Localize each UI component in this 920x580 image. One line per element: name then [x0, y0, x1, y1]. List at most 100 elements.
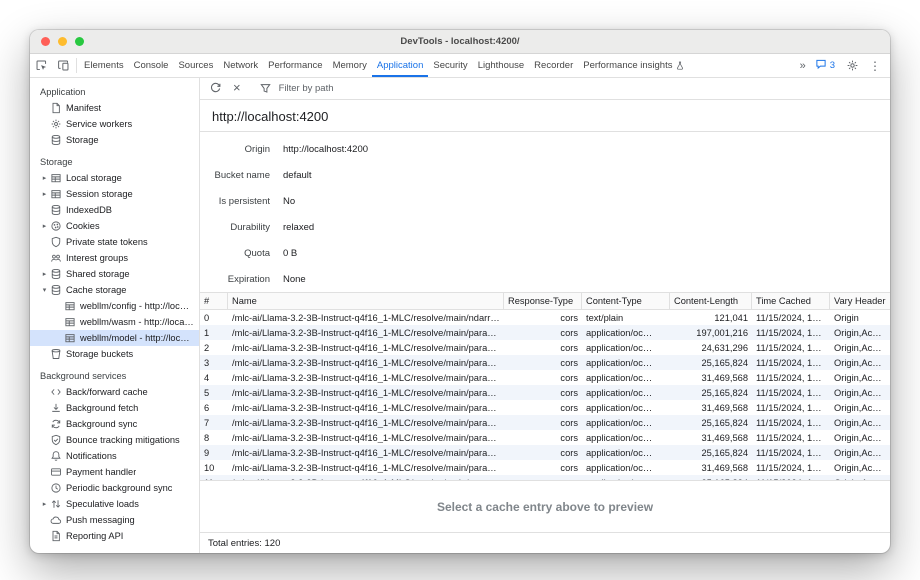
cell-content-type: application/oc…	[582, 370, 670, 385]
cell-time-cached: 11/15/2024, 10…	[752, 370, 830, 385]
cell-text: cors	[560, 463, 578, 473]
cell-text: 7	[204, 418, 209, 428]
settings-gear-icon[interactable]	[841, 59, 863, 72]
table-row[interactable]: 10/mlc-ai/Llama-3.2-3B-Instruct-q4f16_1-…	[200, 460, 890, 475]
sidebar-item-webllm-wasm-http-loca[interactable]: webllm/wasm - http://loca…	[30, 314, 199, 330]
cell-content-length: 24,631,296	[670, 340, 752, 355]
tab-lighthouse[interactable]: Lighthouse	[473, 54, 529, 77]
chevron-right-icon[interactable]: ▸	[39, 270, 50, 278]
column-header-content-type[interactable]: Content-Type	[582, 293, 670, 309]
column-header-time-cached[interactable]: Time Cached	[752, 293, 830, 309]
sidebar-item-local-storage[interactable]: ▸Local storage	[30, 170, 199, 186]
table-row[interactable]: 7/mlc-ai/Llama-3.2-3B-Instruct-q4f16_1-M…	[200, 415, 890, 430]
filter-input[interactable]	[279, 83, 429, 94]
sidebar-item-background-fetch[interactable]: Background fetch	[30, 400, 199, 416]
sidebar-item-label: webllm/config - http://loc…	[80, 301, 189, 311]
chevron-down-icon[interactable]: ▾	[39, 286, 50, 294]
cell-text: /mlc-ai/Llama-3.2-3B-Instruct-q4f16_1-ML…	[232, 448, 500, 458]
chevron-right-icon[interactable]: ▸	[39, 500, 50, 508]
table-row[interactable]: 3/mlc-ai/Llama-3.2-3B-Instruct-q4f16_1-M…	[200, 355, 890, 370]
sidebar-item-bounce-tracking-mitigations[interactable]: Bounce tracking mitigations	[30, 432, 199, 448]
column-header-name[interactable]: Name	[228, 293, 504, 309]
more-tabs-button[interactable]: »	[797, 60, 809, 72]
delete-selected-icon[interactable]: ×	[228, 80, 246, 97]
manifest-icon	[50, 102, 66, 114]
refresh-icon[interactable]	[204, 82, 226, 95]
cell-: 10	[200, 460, 228, 475]
sidebar-item-private-state-tokens[interactable]: Private state tokens	[30, 234, 199, 250]
cell-time-cached: 11/15/2024, 10…	[752, 430, 830, 445]
sidebar-item-reporting-api[interactable]: Reporting API	[30, 528, 199, 544]
sidebar-item-service-workers[interactable]: Service workers	[30, 116, 199, 132]
database-icon	[50, 268, 66, 280]
tab-memory[interactable]: Memory	[328, 54, 372, 77]
cell-name: /mlc-ai/Llama-3.2-3B-Instruct-q4f16_1-ML…	[228, 370, 504, 385]
cell-name: /mlc-ai/Llama-3.2-3B-Instruct-q4f16_1-ML…	[228, 310, 504, 325]
tab-console[interactable]: Console	[129, 54, 174, 77]
sidebar-item-cache-storage[interactable]: ▾Cache storage	[30, 282, 199, 298]
table-row[interactable]: 1/mlc-ai/Llama-3.2-3B-Instruct-q4f16_1-M…	[200, 325, 890, 340]
column-header-content-length[interactable]: Content-Length	[670, 293, 752, 309]
cell-text: 11/15/2024, 10…	[756, 313, 826, 323]
sidebar-item-back-forward-cache[interactable]: Back/forward cache	[30, 384, 199, 400]
sidebar-item-indexeddb[interactable]: IndexedDB	[30, 202, 199, 218]
chevron-right-icon[interactable]: ▸	[39, 174, 50, 182]
table-row[interactable]: 2/mlc-ai/Llama-3.2-3B-Instruct-q4f16_1-M…	[200, 340, 890, 355]
cell-text: cors	[560, 403, 578, 413]
column-header-vary-header[interactable]: Vary Header	[830, 293, 890, 309]
sidebar-item-cookies[interactable]: ▸Cookies	[30, 218, 199, 234]
tab-recorder[interactable]: Recorder	[529, 54, 578, 77]
sidebar: ApplicationManifestService workersStorag…	[30, 78, 200, 553]
close-button[interactable]	[41, 37, 50, 46]
cell-text: /mlc-ai/Llama-3.2-3B-Instruct-q4f16_1-ML…	[232, 463, 500, 473]
sidebar-item-notifications[interactable]: Notifications	[30, 448, 199, 464]
cell-content-length: 121,041	[670, 310, 752, 325]
issues-button[interactable]: 3	[812, 58, 838, 73]
sidebar-item-label: Service workers	[66, 119, 132, 129]
minimize-button[interactable]	[58, 37, 67, 46]
cell-text: Origin,Access…	[834, 343, 886, 353]
sidebar-item-storage[interactable]: Storage	[30, 132, 199, 148]
inspect-icon[interactable]	[30, 54, 52, 77]
table-row[interactable]: 0/mlc-ai/Llama-3.2-3B-Instruct-q4f16_1-M…	[200, 310, 890, 325]
column-header-response-type[interactable]: Response-Type	[504, 293, 582, 309]
sidebar-item-label: Manifest	[66, 103, 101, 113]
cell-time-cached: 11/15/2024, 10…	[752, 415, 830, 430]
zoom-button[interactable]	[75, 37, 84, 46]
tab-application[interactable]: Application	[372, 54, 428, 77]
table-row[interactable]: 4/mlc-ai/Llama-3.2-3B-Instruct-q4f16_1-M…	[200, 370, 890, 385]
cell-: 0	[200, 310, 228, 325]
tab-performance[interactable]: Performance	[263, 54, 327, 77]
field-label: Origin	[210, 144, 270, 155]
tab-elements[interactable]: Elements	[79, 54, 129, 77]
column-header-[interactable]: #	[200, 293, 228, 309]
chevron-right-icon[interactable]: ▸	[39, 222, 50, 230]
table-row[interactable]: 5/mlc-ai/Llama-3.2-3B-Instruct-q4f16_1-M…	[200, 385, 890, 400]
table-row[interactable]: 8/mlc-ai/Llama-3.2-3B-Instruct-q4f16_1-M…	[200, 430, 890, 445]
tab-performance-insights[interactable]: Performance insights	[578, 54, 690, 77]
tab-sources[interactable]: Sources	[173, 54, 218, 77]
sidebar-item-manifest[interactable]: Manifest	[30, 100, 199, 116]
sidebar-item-push-messaging[interactable]: Push messaging	[30, 512, 199, 528]
sidebar-item-periodic-background-sync[interactable]: Periodic background sync	[30, 480, 199, 496]
cell-text: Origin,Access…	[834, 328, 886, 338]
sidebar-item-speculative-loads[interactable]: ▸Speculative loads	[30, 496, 199, 512]
sidebar-item-interest-groups[interactable]: Interest groups	[30, 250, 199, 266]
cell-: 1	[200, 325, 228, 340]
tab-network[interactable]: Network	[218, 54, 263, 77]
sidebar-item-payment-handler[interactable]: Payment handler	[30, 464, 199, 480]
more-options-icon[interactable]: ⋮	[866, 59, 884, 73]
cell-text: Origin,Access…	[834, 463, 886, 473]
sidebar-item-shared-storage[interactable]: ▸Shared storage	[30, 266, 199, 282]
sidebar-item-storage-buckets[interactable]: Storage buckets	[30, 346, 199, 362]
tab-security[interactable]: Security	[428, 54, 472, 77]
cache-panel: × http://localhost:4200 Originhttp://loc…	[200, 78, 890, 553]
sidebar-item-session-storage[interactable]: ▸Session storage	[30, 186, 199, 202]
table-row[interactable]: 9/mlc-ai/Llama-3.2-3B-Instruct-q4f16_1-M…	[200, 445, 890, 460]
sidebar-item-webllm-model-http-loc[interactable]: webllm/model - http://loc…	[30, 330, 199, 346]
chevron-right-icon[interactable]: ▸	[39, 190, 50, 198]
sidebar-item-webllm-config-http-loc[interactable]: webllm/config - http://loc…	[30, 298, 199, 314]
sidebar-item-background-sync[interactable]: Background sync	[30, 416, 199, 432]
device-toolbar-icon[interactable]	[52, 54, 74, 77]
table-row[interactable]: 6/mlc-ai/Llama-3.2-3B-Instruct-q4f16_1-M…	[200, 400, 890, 415]
